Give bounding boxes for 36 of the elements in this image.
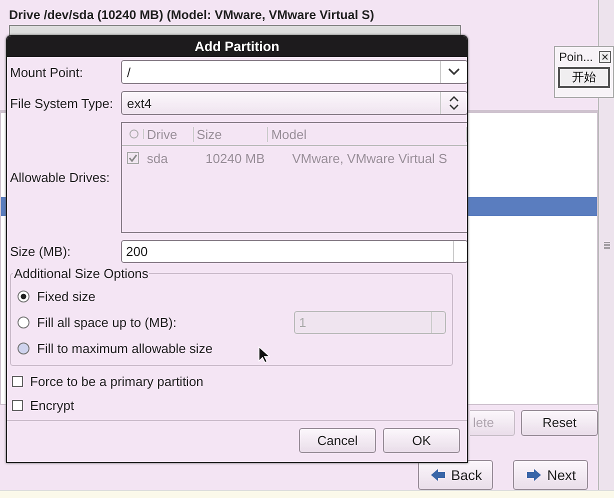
checkbox[interactable]	[12, 400, 23, 410]
reset-button[interactable]: Reset	[521, 410, 598, 436]
file-system-type-select[interactable]: ext4	[121, 91, 467, 115]
allowable-drives-label: Allowable Drives:	[10, 170, 111, 185]
next-button[interactable]: Next	[513, 460, 588, 490]
table-cell-text: VMware, VMware Virtual S	[291, 150, 448, 166]
file-system-type-label: File System Type:	[10, 96, 114, 110]
left-arrow-icon	[428, 466, 447, 483]
checkbox[interactable]	[12, 376, 23, 386]
cancel-button[interactable]: Cancel	[299, 428, 376, 453]
window-title: Poin...	[559, 50, 594, 64]
right-arrow-icon	[525, 466, 544, 483]
ok-button[interactable]: OK	[383, 428, 460, 453]
close-icon[interactable]	[599, 51, 611, 63]
checkbox-label: Force to be a primary partition	[30, 374, 204, 388]
size-spinbox[interactable]: 200	[121, 240, 467, 263]
size-label: Size (MB):	[10, 244, 72, 259]
radio-button[interactable]	[17, 342, 30, 354]
table-cell-text: sda	[146, 150, 169, 166]
drive-title: Drive /dev/sda (10240 MB) (Model: VMware, VMware Virtual S)	[8, 7, 376, 24]
dialog-title: Add Partition	[7, 36, 467, 57]
back-button[interactable]: Back	[418, 460, 493, 490]
radio-label: Fill all space up to (MB):	[37, 314, 176, 330]
radio-label: Fixed size	[37, 288, 96, 304]
updown-arrows-icon	[449, 96, 459, 110]
group-legend: Additional Size Options	[13, 266, 150, 281]
mount-point-combo[interactable]: /	[121, 60, 467, 84]
mount-point-label: Mount Point:	[10, 64, 84, 80]
start-button[interactable]: 开始	[558, 67, 610, 88]
scrollbar-grip-icon[interactable]	[602, 242, 612, 248]
checkbox-label: Encrypt	[30, 398, 74, 412]
mouse-cursor-icon	[258, 346, 270, 364]
table-cell-text: 10240 MB	[204, 150, 266, 166]
radio-button[interactable]	[17, 316, 30, 328]
radio-button[interactable]	[17, 290, 30, 302]
radio-label: Fill to maximum allowable size	[37, 340, 213, 356]
